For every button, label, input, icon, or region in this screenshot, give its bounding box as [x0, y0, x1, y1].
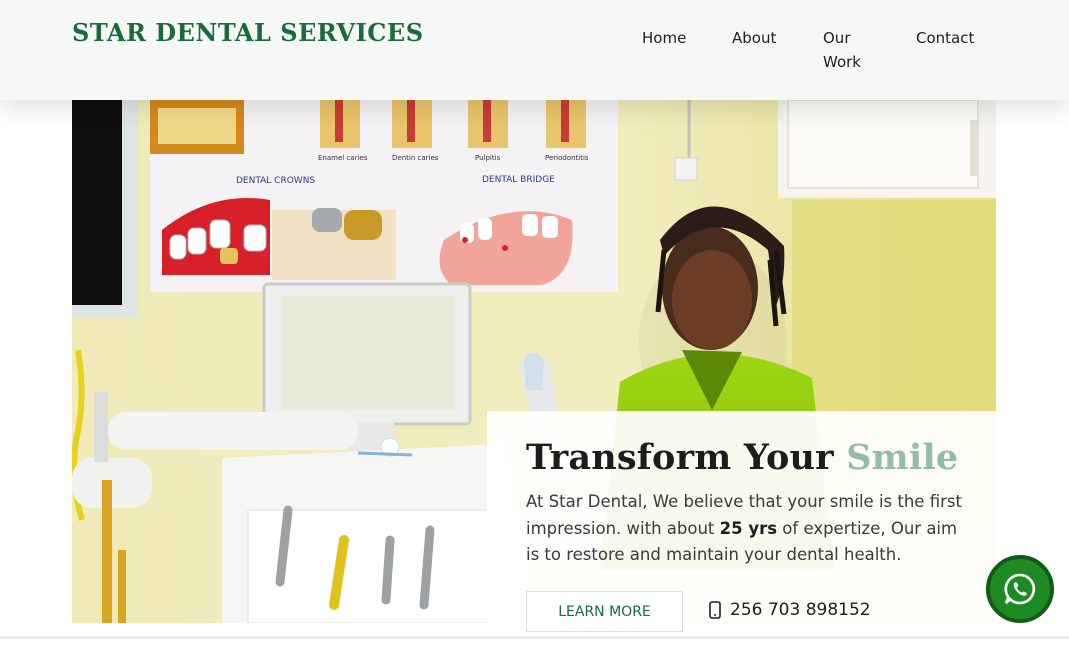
nav-home[interactable]: Home [642, 26, 686, 50]
hero-heading-main: Transform Your [526, 437, 847, 478]
poster-caption-pulpitis: Pulpitis [475, 154, 501, 162]
section-divider [0, 636, 1069, 639]
nav-contact[interactable]: Contact [916, 26, 974, 50]
nav-about[interactable]: About [732, 26, 776, 50]
hero-description: At Star Dental, We believe that your smi… [526, 489, 971, 569]
hero-heading-accent: Smile [846, 437, 959, 478]
poster-caption-enamel: Enamel caries [318, 154, 368, 162]
brand-logo-text[interactable]: STAR DENTAL SERVICES [72, 18, 424, 47]
hero-content-card: Transform Your Smile At Star Dental, We … [487, 411, 996, 647]
phone-contact[interactable]: 256 703 898152 [709, 600, 871, 620]
poster-caption-dentin: Dentin caries [392, 154, 439, 162]
hero-heading: Transform Your Smile [526, 437, 958, 478]
nav-our-work[interactable]: Our Work [823, 26, 873, 74]
site-header: STAR DENTAL SERVICES Home About Our Work… [0, 0, 1069, 100]
poster-label-bridge: DENTAL BRIDGE [482, 175, 555, 185]
phone-number: 256 703 898152 [730, 600, 871, 620]
whatsapp-chat-button[interactable] [986, 555, 1054, 623]
whatsapp-icon [1004, 573, 1036, 605]
poster-caption-periodontitis: Periodontitis [545, 154, 589, 162]
mobile-phone-icon [709, 601, 721, 619]
poster-label-crowns: DENTAL CROWNS [236, 176, 315, 186]
hero-description-years: 25 yrs [719, 518, 778, 538]
learn-more-button[interactable]: LEARN MORE [526, 591, 683, 632]
